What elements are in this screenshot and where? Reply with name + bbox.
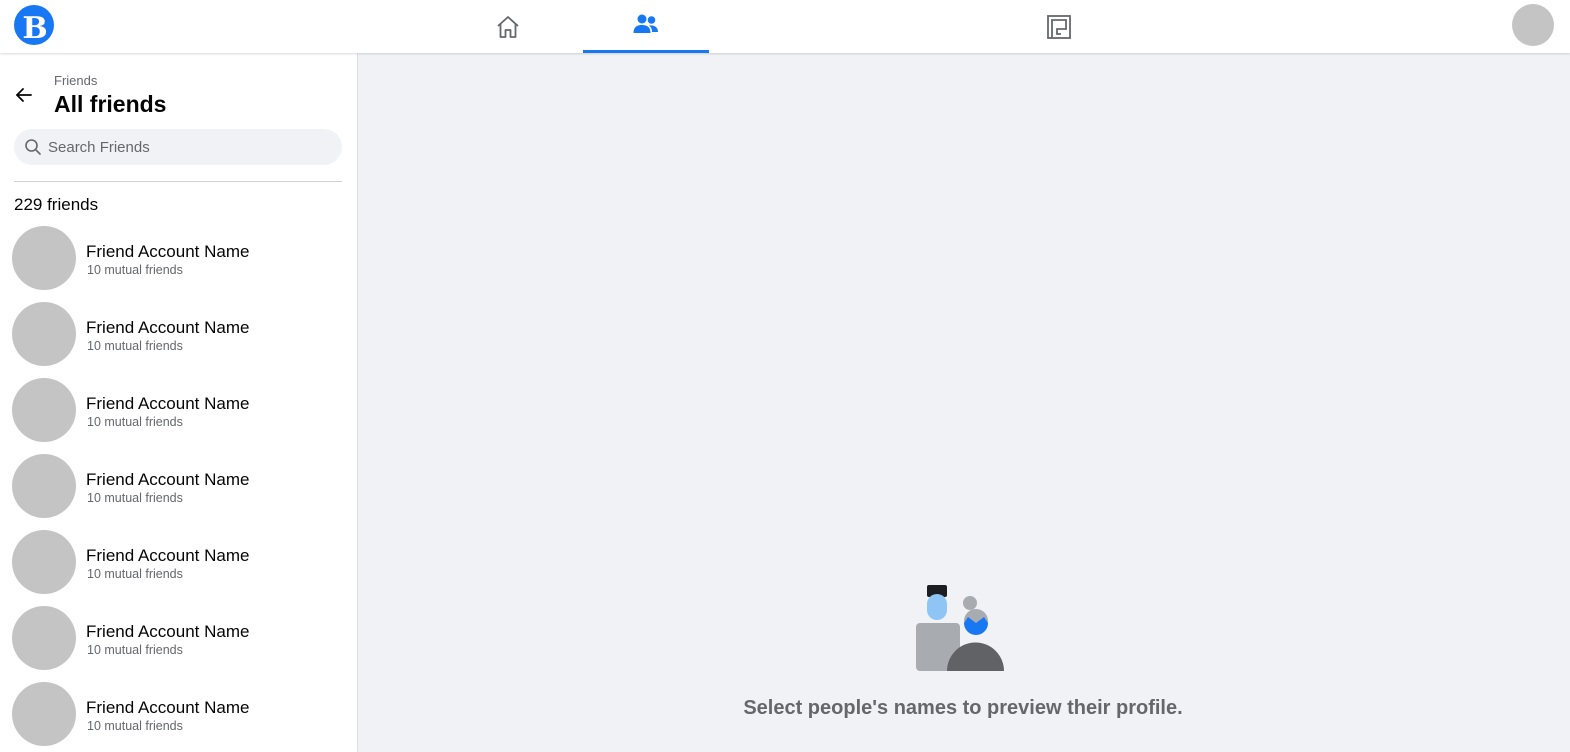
friends-sidebar: Friends All friends 229 friends Friend A…: [0, 53, 357, 752]
friend-name[interactable]: Friend Account Name: [86, 242, 249, 262]
mutual-friends-count: 10 mutual friends: [87, 491, 183, 505]
friend-avatar[interactable]: [12, 302, 76, 366]
arrow-left-icon: [16, 88, 32, 102]
empty-state-message: Select people's names to preview their p…: [743, 697, 1183, 719]
friend-name[interactable]: Friend Account Name: [86, 698, 249, 718]
friend-name[interactable]: Friend Account Name: [86, 318, 249, 338]
friend-avatar[interactable]: [12, 606, 76, 670]
account-avatar[interactable]: [1512, 4, 1554, 46]
friend-list-item[interactable]: Friend Account Name 10 mutual friends: [0, 299, 357, 375]
mutual-friends-count: 10 mutual friends: [87, 415, 183, 429]
search-icon: [25, 139, 41, 155]
friend-name[interactable]: Friend Account Name: [86, 470, 249, 490]
friend-name[interactable]: Friend Account Name: [86, 394, 249, 414]
friend-avatar[interactable]: [12, 454, 76, 518]
breadcrumb[interactable]: Friends: [54, 73, 97, 88]
friends-icon: [633, 14, 658, 33]
tab-marketplace[interactable]: [996, 0, 1122, 53]
tab-friends[interactable]: [583, 0, 709, 53]
friend-avatar[interactable]: [12, 226, 76, 290]
friend-list-item[interactable]: Friend Account Name 10 mutual friends: [0, 375, 357, 451]
search-input[interactable]: [48, 132, 328, 162]
friend-list-item[interactable]: Friend Account Name 10 mutual friends: [0, 451, 357, 527]
mutual-friends-count: 10 mutual friends: [87, 263, 183, 277]
app-logo[interactable]: B: [14, 5, 54, 46]
friend-avatar[interactable]: [12, 378, 76, 442]
friend-count: 229 friends: [14, 195, 99, 214]
page-title: All friends: [54, 91, 167, 117]
tab-home[interactable]: [445, 0, 571, 53]
app-logo-letter: B: [22, 10, 48, 46]
marketplace-icon: [1047, 14, 1071, 39]
back-button[interactable]: [10, 81, 38, 109]
friend-avatar[interactable]: [12, 530, 76, 594]
mutual-friends-count: 10 mutual friends: [87, 567, 183, 581]
friend-list-item[interactable]: Friend Account Name 10 mutual friends: [0, 679, 357, 752]
divider: [14, 181, 342, 182]
profile-preview-area: Select people's names to preview their p…: [358, 53, 1570, 752]
mutual-friends-count: 10 mutual friends: [87, 719, 183, 733]
search-bar[interactable]: [14, 129, 342, 165]
friend-name[interactable]: Friend Account Name: [86, 546, 249, 566]
friend-list-item[interactable]: Friend Account Name 10 mutual friends: [0, 223, 357, 299]
friend-list-item[interactable]: Friend Account Name 10 mutual friends: [0, 527, 357, 603]
mutual-friends-count: 10 mutual friends: [87, 643, 183, 657]
friend-list: Friend Account Name 10 mutual friends Fr…: [0, 223, 357, 752]
top-navigation-bar: B: [0, 0, 1570, 53]
mutual-friends-count: 10 mutual friends: [87, 339, 183, 353]
home-icon: [497, 15, 519, 38]
friend-name[interactable]: Friend Account Name: [86, 622, 249, 642]
friend-list-item[interactable]: Friend Account Name 10 mutual friends: [0, 603, 357, 679]
people-illustration-icon: [916, 585, 1004, 671]
friend-avatar[interactable]: [12, 682, 76, 746]
